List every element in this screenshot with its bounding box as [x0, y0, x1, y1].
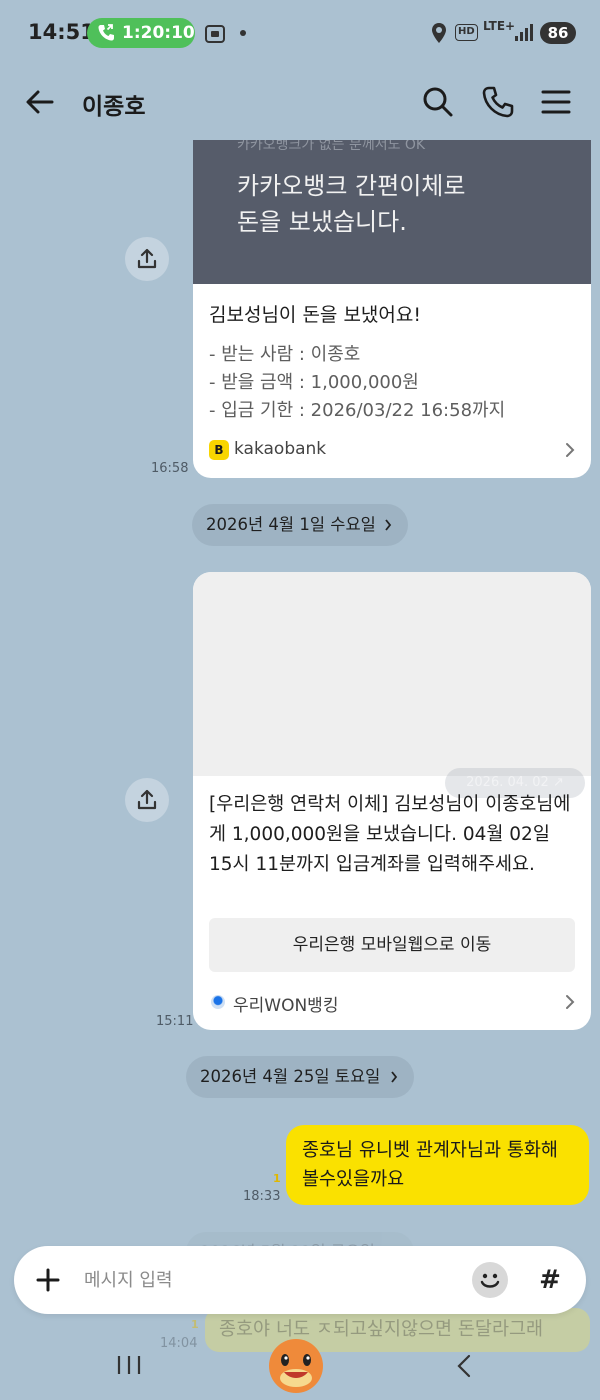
card-receiver: - 받는 사람 : 이종호 — [209, 344, 361, 365]
woori-mobile-web-button[interactable]: 우리은행 모바일웹으로 이동 — [209, 918, 575, 972]
phone-call-icon — [98, 24, 114, 41]
date-divider[interactable]: 2026년 4월 1일 수요일 — [192, 504, 408, 546]
emoji-icon — [480, 1273, 500, 1288]
message-time: 14:04 — [160, 1336, 198, 1351]
date-text: 2026년 4월 1일 수요일 — [206, 515, 376, 534]
network-type: LTE+ — [483, 19, 516, 33]
ongoing-call-pill[interactable]: 1:20:10 — [87, 18, 195, 48]
home-character-icon[interactable] — [266, 1334, 326, 1394]
emoji-button[interactable] — [472, 1262, 508, 1298]
card-banner: 카카오뱅크가 없는 분께서도 OK 카카오뱅크 간편이체로 돈을 보냈습니다. — [193, 140, 591, 284]
share-icon — [137, 789, 157, 810]
message-time: 16:58 — [151, 461, 189, 476]
share-button[interactable] — [125, 778, 169, 822]
message-time: 15:11 — [156, 1014, 194, 1029]
banner-headline: 카카오뱅크 간편이체로 돈을 보냈습니다. — [237, 168, 567, 240]
status-bar: 14:51 1:20:10 HD LTE+ 86 — [0, 0, 600, 66]
hd-voice-badge: HD — [455, 24, 478, 41]
location-icon — [432, 23, 446, 43]
card-title: 김보성님이 돈을 보냈어요! — [209, 304, 421, 326]
woori-logo-icon — [211, 995, 225, 1009]
hashtag-search-button[interactable]: # — [530, 1260, 570, 1300]
share-button[interactable] — [125, 237, 169, 281]
woori-transfer-card[interactable]: 2026. 04. 02 ↗ [우리은행 연락처 이체] 김보성님이 이종호님에… — [193, 572, 591, 1030]
kakaobank-logo-icon: B — [209, 440, 229, 460]
status-time: 14:51 — [28, 20, 95, 44]
chat-title: 이종호 — [82, 94, 146, 120]
search-icon[interactable] — [420, 84, 456, 120]
chevron-right-icon — [391, 1071, 398, 1083]
chevron-right-icon — [566, 443, 575, 457]
my-message-bubble[interactable]: 종호님 유니벳 관계자님과 통화해볼수있을까요 — [286, 1125, 589, 1205]
kakaobank-transfer-card[interactable]: 카카오뱅크가 없는 분께서도 OK 카카오뱅크 간편이체로 돈을 보냈습니다. … — [193, 140, 591, 478]
chat-header: 이종호 — [0, 66, 600, 138]
chevron-right-icon — [385, 519, 392, 531]
share-icon — [137, 248, 157, 269]
back-arrow-icon[interactable] — [22, 84, 58, 120]
message-input-bar: # — [14, 1246, 586, 1314]
call-timer: 1:20:10 — [122, 23, 195, 43]
screen-capture-icon — [205, 25, 225, 43]
footer-label: kakaobank — [234, 439, 327, 459]
notification-dot — [240, 30, 246, 36]
banner-headline-line2: 돈을 보냈습니다. — [237, 208, 407, 236]
message-input[interactable] — [84, 1264, 444, 1296]
plus-icon[interactable] — [26, 1258, 70, 1302]
banner-faded-text: 카카오뱅크가 없는 분께서도 OK — [237, 140, 426, 153]
card-image-placeholder — [193, 572, 591, 776]
date-divider[interactable]: 2026년 4월 25일 토요일 — [186, 1056, 414, 1098]
date-text: 2026년 4월 25일 토요일 — [200, 1067, 381, 1086]
battery-level: 86 — [540, 22, 576, 44]
card-deadline: - 입금 기한 : 2026/03/22 16:58까지 — [209, 400, 506, 421]
signal-icon — [515, 24, 533, 41]
footer-label: 우리WON뱅킹 — [233, 996, 339, 1016]
card-footer-link[interactable]: B kakaobank — [193, 430, 591, 470]
unread-count: 1 — [191, 1318, 199, 1331]
recent-apps-icon[interactable] — [116, 1354, 142, 1376]
faded-message-bubble[interactable]: 종호야 너도 ㅈ되고싶지않으면 돈달라그래 — [205, 1308, 590, 1352]
message-time: 18:33 — [243, 1189, 281, 1204]
phone-icon[interactable] — [480, 84, 516, 120]
card-footer-link[interactable]: 우리WON뱅킹 — [193, 982, 591, 1022]
card-amount: - 받을 금액 : 1,000,000원 — [209, 372, 419, 393]
nav-back-icon[interactable] — [453, 1354, 477, 1378]
chevron-right-icon — [566, 995, 575, 1009]
unread-count: 1 — [273, 1172, 281, 1185]
banner-headline-line1: 카카오뱅크 간편이체로 — [237, 172, 466, 200]
menu-icon[interactable] — [538, 84, 574, 120]
card-message-text: [우리은행 연락처 이체] 김보성님이 이종호님에게 1,000,000원을 보… — [209, 794, 571, 875]
